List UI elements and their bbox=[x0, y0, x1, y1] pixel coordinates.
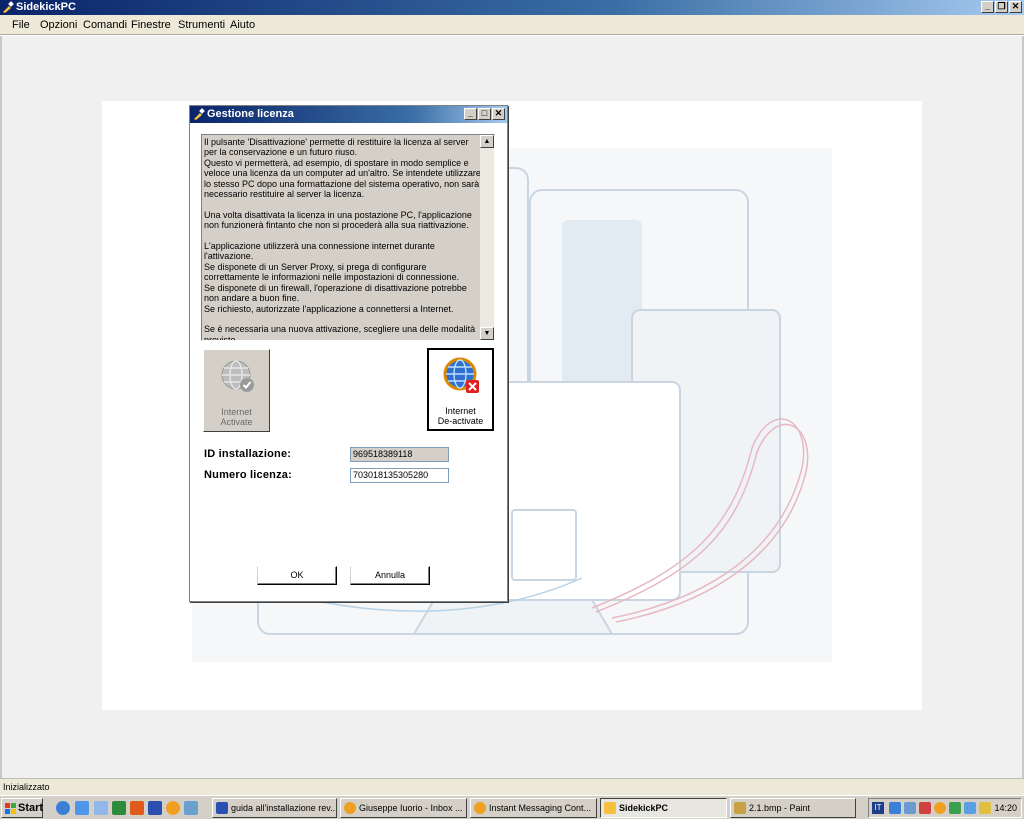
tray-app-icon[interactable] bbox=[904, 802, 916, 814]
dialog-title: Gestione licenza bbox=[207, 108, 294, 120]
taskbar-item-inbox[interactable]: Giuseppe Iuorio - Inbox ... bbox=[340, 798, 467, 818]
installation-id-label: ID installazione: bbox=[204, 448, 292, 460]
explorer-quicklaunch-icon[interactable] bbox=[75, 801, 89, 815]
messenger-tray-icon[interactable] bbox=[934, 802, 946, 814]
start-label: Start bbox=[18, 802, 44, 814]
start-button[interactable]: Start bbox=[1, 798, 43, 818]
menu-file[interactable]: File bbox=[12, 19, 30, 31]
app-icon bbox=[194, 108, 205, 120]
taskbar-item-label: Instant Messaging Cont... bbox=[489, 803, 592, 813]
dialog-minimize-button[interactable]: _ bbox=[464, 108, 477, 120]
license-dialog: Gestione licenza _ □ ✕ Il pulsante 'Disa… bbox=[189, 105, 508, 602]
paint-icon bbox=[734, 802, 746, 814]
installation-id-field: 969518389118 bbox=[350, 447, 449, 462]
license-info-text: Il pulsante 'Disattivazione' permette di… bbox=[204, 137, 481, 341]
network-icon[interactable] bbox=[889, 802, 901, 814]
messaging-icon bbox=[474, 802, 486, 814]
internet-deactivate-button[interactable]: Internet De-activate bbox=[427, 348, 494, 431]
menu-opzioni[interactable]: Opzioni bbox=[40, 19, 77, 31]
taskbar-item-messaging[interactable]: Instant Messaging Cont... bbox=[470, 798, 597, 818]
license-number-label: Numero licenza: bbox=[204, 469, 292, 481]
ie-quicklaunch-icon[interactable] bbox=[56, 801, 70, 815]
internet-activate-button[interactable]: Internet Activate bbox=[203, 349, 270, 432]
system-tray: IT 14:20 bbox=[868, 798, 1022, 818]
restore-button[interactable]: ❐ bbox=[995, 1, 1008, 13]
taskbar-item-label: 2.1.bmp - Paint bbox=[749, 803, 811, 813]
taskbar-item-label: guida all'installazione rev... bbox=[231, 803, 337, 813]
taskbar-item-sidekickpc[interactable]: SidekickPC bbox=[600, 798, 727, 818]
deactivate-label: Internet De-activate bbox=[437, 406, 484, 426]
cancel-button[interactable]: Annulla bbox=[350, 566, 430, 585]
taskbar: Start guida all'installazione rev... Giu… bbox=[0, 795, 1024, 819]
status-bar: Inizializzato bbox=[0, 778, 1024, 795]
bluetooth-icon[interactable] bbox=[964, 802, 976, 814]
activate-label: Internet Activate bbox=[220, 407, 253, 427]
menu-aiuto[interactable]: Aiuto bbox=[230, 19, 255, 31]
excel-quicklaunch-icon[interactable] bbox=[112, 801, 126, 815]
ok-button[interactable]: OK bbox=[257, 566, 337, 585]
taskbar-item-paint[interactable]: 2.1.bmp - Paint bbox=[730, 798, 856, 818]
dialog-titlebar: Gestione licenza _ □ ✕ bbox=[190, 106, 507, 123]
powerpoint-quicklaunch-icon[interactable] bbox=[130, 801, 144, 815]
browser-quicklaunch-icon[interactable] bbox=[166, 801, 180, 815]
app-icon bbox=[3, 1, 14, 13]
word-quicklaunch-icon[interactable] bbox=[148, 801, 162, 815]
scroll-down-arrow[interactable]: ▼ bbox=[480, 327, 494, 340]
menu-finestre[interactable]: Finestre bbox=[131, 19, 171, 31]
dialog-maximize-button[interactable]: □ bbox=[478, 108, 491, 120]
windows-logo-icon bbox=[5, 803, 16, 814]
menu-comandi[interactable]: Comandi bbox=[83, 19, 127, 31]
clock[interactable]: 14:20 bbox=[994, 799, 1017, 817]
taskbar-item-label: Giuseppe Iuorio - Inbox ... bbox=[359, 803, 463, 813]
mail-icon bbox=[344, 802, 356, 814]
globe-check-icon bbox=[221, 360, 254, 392]
scroll-up-arrow[interactable]: ▲ bbox=[480, 135, 494, 148]
license-info-textbox[interactable]: Il pulsante 'Disattivazione' permette di… bbox=[201, 134, 495, 341]
messenger-quicklaunch-icon[interactable] bbox=[94, 801, 108, 815]
security-icon[interactable] bbox=[919, 802, 931, 814]
menu-bar: File Opzioni Comandi Finestre Strumenti … bbox=[0, 15, 1024, 35]
taskbar-item-label: SidekickPC bbox=[619, 803, 669, 813]
sidekick-icon bbox=[604, 802, 616, 814]
update-icon[interactable] bbox=[949, 802, 961, 814]
menu-strumenti[interactable]: Strumenti bbox=[178, 19, 225, 31]
app-quicklaunch-icon[interactable] bbox=[184, 801, 198, 815]
language-indicator[interactable]: IT bbox=[872, 802, 884, 814]
app-title: SidekickPC bbox=[16, 1, 76, 13]
close-button[interactable]: ✕ bbox=[1009, 1, 1022, 13]
volume-icon[interactable] bbox=[979, 802, 991, 814]
minimize-button[interactable]: _ bbox=[981, 1, 994, 13]
word-icon bbox=[216, 802, 228, 814]
taskbar-item-word[interactable]: guida all'installazione rev... bbox=[212, 798, 337, 818]
license-number-field[interactable]: 703018135305280 bbox=[350, 468, 449, 483]
app-titlebar: SidekickPC _ ❐ ✕ bbox=[0, 0, 1024, 15]
globe-x-icon bbox=[443, 357, 479, 393]
dialog-close-button[interactable]: ✕ bbox=[492, 108, 505, 120]
info-scrollbar[interactable]: ▲ ▼ bbox=[480, 135, 494, 340]
